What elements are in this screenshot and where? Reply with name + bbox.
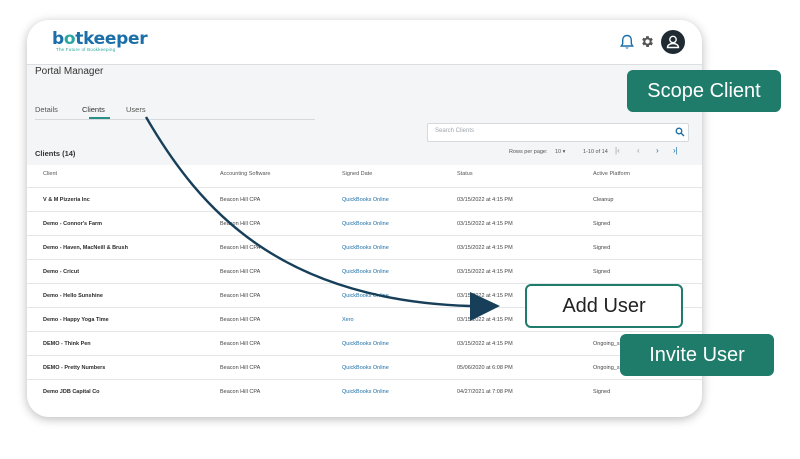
cell-software: Beacon Hill CPA xyxy=(220,317,261,323)
cell-client[interactable]: Demo - Connor's Farm xyxy=(43,221,102,227)
cell-platform: Signed xyxy=(593,269,611,275)
column-header-status[interactable]: Status xyxy=(457,171,473,177)
cell-status: 03/15/2022 at 4:15 PM xyxy=(457,245,513,251)
cell-software: Beacon Hill CPA xyxy=(220,269,261,275)
cell-software: Beacon Hill CPA xyxy=(220,365,261,371)
cell-signed[interactable]: QuickBooks Online xyxy=(342,389,389,395)
chevron-right-icon[interactable]: › xyxy=(656,146,659,155)
cell-software: Beacon Hill CPA xyxy=(220,293,261,299)
table-row[interactable]: Demo - Connor's Farm Beacon Hill CPA Qui… xyxy=(27,211,702,236)
user-avatar-icon[interactable] xyxy=(661,30,685,54)
cell-signed[interactable]: Xero xyxy=(342,317,354,323)
column-header-signed-date[interactable]: Signed Date xyxy=(342,171,372,177)
cell-status: 03/15/2022 at 4:15 PM xyxy=(457,293,513,299)
cell-client[interactable]: Demo - Hello Sunshine xyxy=(43,293,103,299)
cell-platform: Signed xyxy=(593,389,611,395)
column-header-platform[interactable]: Active Platform xyxy=(593,171,630,177)
cell-client[interactable]: Demo JDB Capital Co xyxy=(43,389,100,395)
cell-signed[interactable]: QuickBooks Online xyxy=(342,197,389,203)
cell-status: 05/06/2020 at 6:08 PM xyxy=(457,365,513,371)
cell-status: 04/27/2021 at 7:08 PM xyxy=(457,389,513,395)
bell-icon[interactable] xyxy=(620,34,634,50)
rows-per-page-label: Rows per page: xyxy=(509,149,548,155)
cell-client[interactable]: Demo - Haven, MacNeill & Brush xyxy=(43,245,128,251)
column-header-software[interactable]: Accounting Software xyxy=(220,171,270,177)
cell-client[interactable]: DEMO - Pretty Numbers xyxy=(43,365,105,371)
cell-software: Beacon Hill CPA xyxy=(220,389,261,395)
cell-signed[interactable]: QuickBooks Online xyxy=(342,341,389,347)
cell-platform: Signed xyxy=(593,245,611,251)
table-row[interactable]: DEMO - Pretty Numbers Beacon Hill CPA Qu… xyxy=(27,355,702,380)
pagination-range: 1-10 of 14 xyxy=(583,149,608,155)
cell-signed[interactable]: QuickBooks Online xyxy=(342,245,389,251)
cell-status: 03/15/2022 at 4:15 PM xyxy=(457,317,513,323)
gear-icon[interactable] xyxy=(640,34,655,49)
cell-client[interactable]: Demo - Cricut xyxy=(43,269,79,275)
first-page-button[interactable]: |‹ xyxy=(615,146,620,155)
chevron-left-icon[interactable]: ‹ xyxy=(637,146,640,155)
add-user-callout: Add User xyxy=(525,284,683,328)
cell-platform: Ongoing_s xyxy=(593,341,620,347)
rows-per-page-select[interactable]: 10 ▾ xyxy=(555,149,565,155)
scope-client-callout: Scope Client xyxy=(627,70,781,112)
search-input[interactable]: Search Clients xyxy=(435,128,474,134)
dropdown-caret-icon: ▾ xyxy=(562,149,566,155)
table-row[interactable]: DEMO - Think Pen Beacon Hill CPA QuickBo… xyxy=(27,331,702,356)
cell-signed[interactable]: QuickBooks Online xyxy=(342,269,389,275)
cell-client[interactable]: V & M Pizzeria Inc xyxy=(43,197,90,203)
cell-signed[interactable]: QuickBooks Online xyxy=(342,293,389,299)
cell-software: Beacon Hill CPA xyxy=(220,221,261,227)
cell-status: 03/15/2022 at 4:15 PM xyxy=(457,221,513,227)
cell-client[interactable]: Demo - Happy Yoga Time xyxy=(43,317,109,323)
botkeeper-logo[interactable]: botkeeper xyxy=(52,29,148,49)
logo-tagline: The Future of Bookkeeping xyxy=(56,47,116,52)
cell-status: 03/15/2022 at 4:15 PM xyxy=(457,341,513,347)
tab-clients[interactable]: Clients xyxy=(82,105,105,114)
cell-status: 03/15/2022 at 4:15 PM xyxy=(457,269,513,275)
invite-user-callout: Invite User xyxy=(620,334,774,376)
tab-users[interactable]: Users xyxy=(126,105,146,114)
cell-signed[interactable]: QuickBooks Online xyxy=(342,365,389,371)
cell-signed[interactable]: QuickBooks Online xyxy=(342,221,389,227)
search-box[interactable]: Search Clients xyxy=(427,123,689,142)
table-row[interactable]: Demo - Haven, MacNeill & Brush Beacon Hi… xyxy=(27,235,702,260)
cell-platform: Signed xyxy=(593,221,611,227)
tabs-divider xyxy=(35,119,315,120)
table-row[interactable]: Demo - Cricut Beacon Hill CPA QuickBooks… xyxy=(27,259,702,284)
search-icon[interactable] xyxy=(675,127,685,137)
table-row[interactable]: V & M Pizzeria Inc Beacon Hill CPA Quick… xyxy=(27,187,702,212)
cell-status: 03/15/2022 at 4:15 PM xyxy=(457,197,513,203)
table-row[interactable]: Demo JDB Capital Co Beacon Hill CPA Quic… xyxy=(27,379,702,404)
cell-client[interactable]: DEMO - Think Pen xyxy=(43,341,91,347)
page-title: Portal Manager xyxy=(35,66,104,77)
cell-software: Beacon Hill CPA xyxy=(220,197,261,203)
clients-count-heading: Clients (14) xyxy=(35,149,76,158)
cell-platform: Cleanup xyxy=(593,197,614,203)
column-header-client[interactable]: Client xyxy=(43,171,57,177)
top-bar: botkeeper The Future of Bookkeeping xyxy=(27,20,702,65)
tab-details[interactable]: Details xyxy=(35,105,58,114)
cell-platform: Ongoing_s xyxy=(593,365,620,371)
cell-software: Beacon Hill CPA xyxy=(220,341,261,347)
app-window: botkeeper The Future of Bookkeeping Port… xyxy=(27,20,702,417)
cell-software: Beacon Hill CPA xyxy=(220,245,261,251)
last-page-icon[interactable]: ›| xyxy=(673,146,678,155)
